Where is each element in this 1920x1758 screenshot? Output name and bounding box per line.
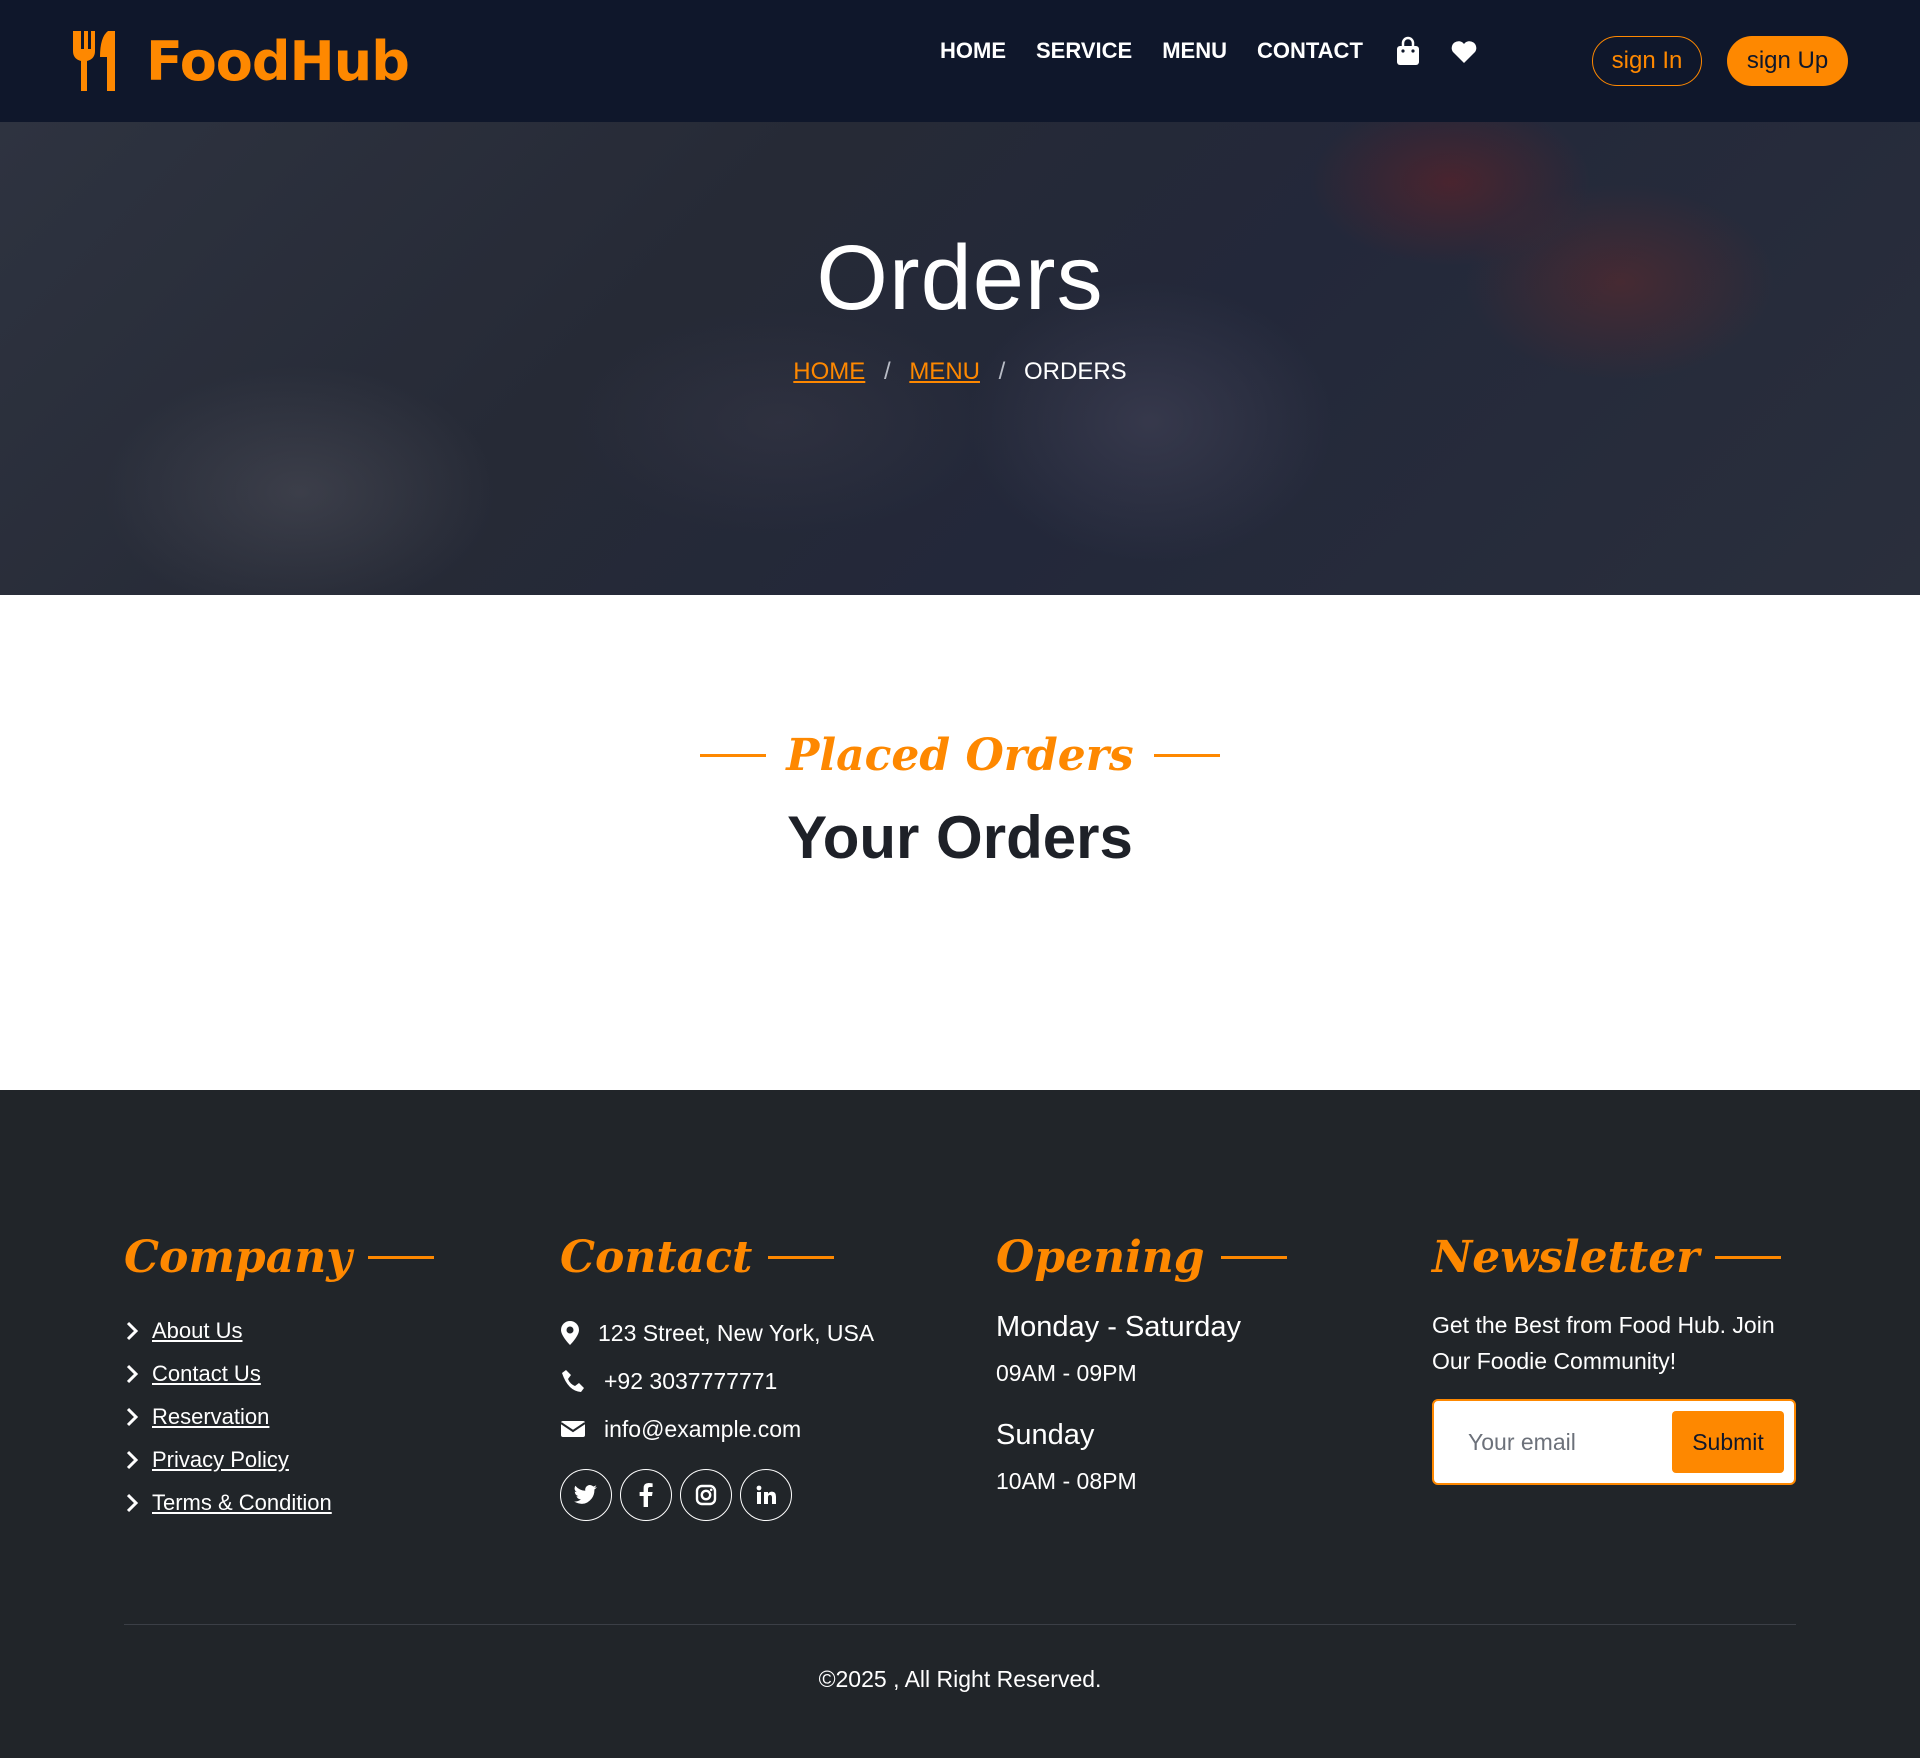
footer-link-row: About Us [124, 1309, 434, 1352]
footer-heading: Opening [996, 1232, 1287, 1283]
newsletter-submit-button[interactable]: Submit [1672, 1411, 1784, 1473]
newsletter-email-input[interactable] [1444, 1411, 1664, 1473]
linkedin-icon[interactable] [740, 1469, 792, 1521]
twitter-icon[interactable] [560, 1469, 612, 1521]
footer-newsletter: Newsletter Get the Best from Food Hub. J… [1432, 1232, 1812, 1485]
opening-weekday-hours: 09AM - 09PM [996, 1360, 1137, 1386]
footer-heading: Company [124, 1232, 434, 1283]
phone-icon [562, 1370, 584, 1392]
footer-heading: Newsletter [1432, 1232, 1812, 1283]
page-title: Orders [816, 227, 1104, 329]
decor-line [367, 1256, 434, 1259]
decor-line [1220, 1256, 1287, 1259]
brand-logo[interactable]: FoodHub [70, 26, 410, 96]
chevron-right-icon [126, 1450, 139, 1469]
nav-menu[interactable]: MENU [1162, 38, 1227, 64]
opening-weekday-label: Monday - Saturday [996, 1311, 1242, 1343]
decor-line [768, 1256, 835, 1259]
footer-heading-text: Opening [996, 1232, 1205, 1283]
section-subtitle-text: Placed Orders [786, 730, 1134, 781]
footer-link-row: Terms & Condition [124, 1481, 434, 1524]
chevron-right-icon [126, 1364, 139, 1383]
contact-address-text: 123 Street, New York, USA [598, 1319, 875, 1346]
map-pin-icon [561, 1321, 579, 1345]
contact-email: info@example.com [560, 1405, 874, 1453]
nav-home[interactable]: HOME [940, 38, 1006, 64]
breadcrumb-home[interactable]: HOME [793, 358, 865, 385]
shopping-bag-icon[interactable] [1393, 36, 1423, 66]
footer-link-about[interactable]: About Us [152, 1318, 243, 1344]
chevron-right-icon [126, 1321, 139, 1340]
footer-heading-text: Newsletter [1432, 1232, 1700, 1283]
contact-address: 123 Street, New York, USA [560, 1309, 874, 1357]
decor-line [1154, 754, 1221, 757]
main-nav: HOME SERVICE MENU CONTACT [940, 36, 1505, 66]
breadcrumb: HOME / MENU / ORDERS [0, 358, 1920, 386]
utensils-icon [73, 31, 115, 91]
decor-line [699, 754, 766, 757]
footer-link-reservation[interactable]: Reservation [152, 1404, 269, 1430]
breadcrumb-current: ORDERS [1024, 358, 1127, 385]
opening-sunday-label: Sunday [996, 1419, 1095, 1451]
nav-service[interactable]: SERVICE [1036, 38, 1132, 64]
envelope-icon [560, 1421, 586, 1437]
footer-heading-text: Contact [560, 1232, 753, 1283]
heart-icon[interactable] [1449, 36, 1479, 66]
footer-heading: Contact [560, 1232, 874, 1283]
contact-phone-text: +92 3037777771 [604, 1367, 778, 1394]
instagram-icon[interactable] [680, 1469, 732, 1521]
newsletter-form: Submit [1432, 1399, 1796, 1485]
chevron-right-icon [126, 1407, 139, 1426]
section-subtitle: Placed Orders [0, 730, 1920, 781]
breadcrumb-separator: / [883, 358, 891, 385]
contact-phone: +92 3037777771 [560, 1357, 874, 1405]
opening-sunday-hours: 10AM - 08PM [996, 1468, 1137, 1494]
newsletter-text: Get the Best from Food Hub. Join Our Foo… [1432, 1312, 1775, 1374]
breadcrumb-separator: / [998, 358, 1006, 385]
section-title: Your Orders [787, 804, 1133, 871]
footer-link-row: Reservation [124, 1395, 434, 1438]
footer-heading-text: Company [124, 1232, 352, 1283]
page-header-banner: Orders HOME / MENU / ORDERS [0, 122, 1920, 595]
footer-link-terms[interactable]: Terms & Condition [152, 1490, 332, 1516]
footer-link-row: Privacy Policy [124, 1438, 434, 1481]
footer-link-row: Contact Us [124, 1352, 434, 1395]
nav-contact[interactable]: CONTACT [1257, 38, 1363, 64]
brand-name: FoodHub [146, 29, 410, 93]
chevron-right-icon [126, 1493, 139, 1512]
decor-line [1715, 1256, 1782, 1259]
sign-in-button[interactable]: sign In [1592, 36, 1702, 86]
navbar: FoodHub HOME SERVICE MENU CONTACT sign I… [0, 0, 1920, 122]
social-links [560, 1469, 874, 1521]
footer-divider [124, 1624, 1796, 1625]
footer: Company About Us Contact Us Reservation … [0, 1090, 1920, 1758]
contact-email-text: info@example.com [604, 1415, 802, 1442]
footer-company: Company About Us Contact Us Reservation … [124, 1232, 434, 1524]
footer-link-contact[interactable]: Contact Us [152, 1361, 261, 1387]
footer-opening: Opening Monday - Saturday 09AM - 09PM Su… [996, 1232, 1287, 1495]
facebook-icon[interactable] [620, 1469, 672, 1521]
breadcrumb-menu[interactable]: MENU [909, 358, 980, 385]
copyright: ©2025 , All Right Reserved. [818, 1666, 1102, 1692]
footer-contact: Contact 123 Street, New York, USA +92 30… [560, 1232, 874, 1521]
footer-link-privacy[interactable]: Privacy Policy [152, 1447, 289, 1473]
sign-up-button[interactable]: sign Up [1727, 36, 1848, 86]
